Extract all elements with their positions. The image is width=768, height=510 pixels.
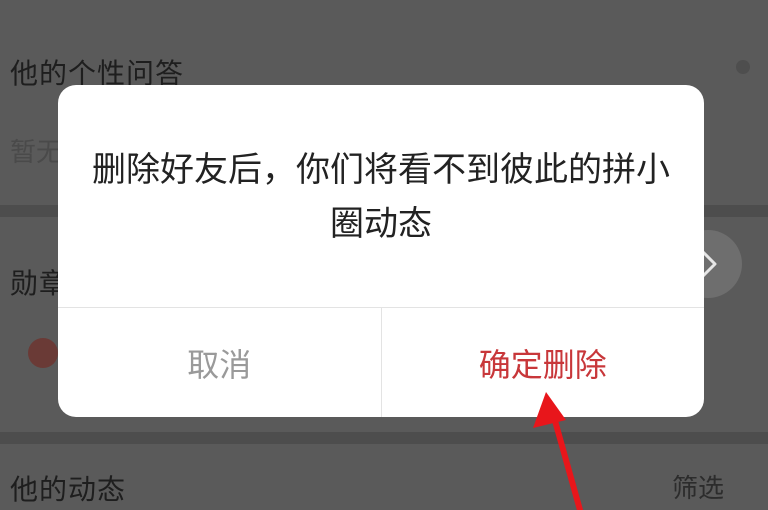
dialog-actions: 取消 确定删除 [58,307,704,417]
qa-placeholder: 暂无 [10,138,63,168]
confirm-delete-button[interactable]: 确定删除 [382,308,705,417]
screen: 他的个性问答 暂无 勋章 他的动态 筛选 删除好友后，你们将看不到彼此的拼小圈动… [0,0,768,510]
cancel-button[interactable]: 取消 [58,308,382,417]
dialog-message: 删除好友后，你们将看不到彼此的拼小圈动态 [92,150,670,244]
delete-friend-dialog: 删除好友后，你们将看不到彼此的拼小圈动态 取消 确定删除 [58,85,704,417]
section-divider [0,432,768,444]
more-dot-icon [736,60,750,74]
filter-button[interactable]: 筛选 [672,468,724,505]
feed-section-title: 他的动态 [10,473,127,506]
medal-badge-icon [28,338,58,368]
